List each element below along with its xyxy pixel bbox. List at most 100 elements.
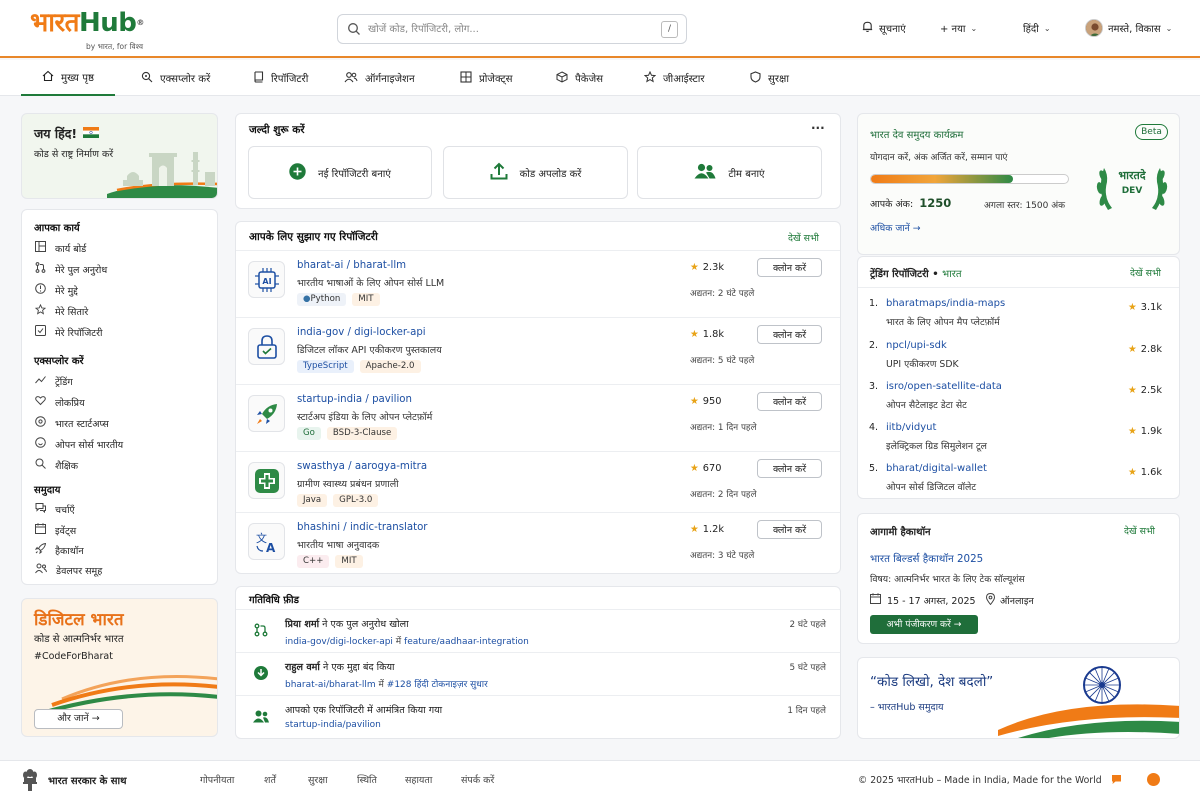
activity-text: आपको एक रिपॉजिटरी में आमंत्रित किया गया bbox=[285, 703, 442, 716]
trending-description: ओपन सैटेलाइट डेटा सेट bbox=[886, 400, 967, 411]
section-title-work: आपका कार्य bbox=[34, 223, 80, 234]
repo-name-link[interactable]: startup-india / pavilion bbox=[297, 394, 412, 405]
notifications-button[interactable]: सूचनाएं bbox=[861, 17, 906, 39]
activity-actor[interactable]: प्रिया शर्मा bbox=[285, 619, 319, 630]
clone-button[interactable]: क्लोन करें bbox=[757, 325, 822, 344]
search-input[interactable] bbox=[368, 20, 648, 39]
learn-more-link[interactable]: अधिक जानें → bbox=[870, 221, 921, 234]
see-all-hackathons-link[interactable]: देखें सभी bbox=[1124, 524, 1155, 537]
trending-repo-link[interactable]: bharat/digital-wallet bbox=[886, 463, 987, 474]
footer-link-terms[interactable]: शर्तें bbox=[264, 773, 276, 786]
star-count: ★ 2.5k bbox=[1128, 385, 1162, 396]
sidebar-item-startups[interactable]: भारत स्टार्टअप्स bbox=[35, 415, 109, 431]
sidebar-item-label: हैकाथॉन bbox=[55, 545, 84, 557]
quote-text: “कोड लिखो, देश बदलो” bbox=[870, 674, 994, 690]
star-count: ★ 2.8k bbox=[1128, 344, 1162, 355]
star-count: ★ 950 bbox=[690, 396, 722, 407]
sidebar-item-stars[interactable]: मेरे सितारे bbox=[34, 303, 88, 319]
activity-repo[interactable]: bharat-ai/bharat-llm bbox=[285, 680, 376, 690]
search-icon bbox=[347, 22, 361, 39]
new-repository-button[interactable]: नई रिपॉजिटरी बनाएं bbox=[248, 146, 432, 199]
activity-repo[interactable]: startup-india/pavilion bbox=[285, 720, 381, 730]
activity-actor[interactable]: राहुल वर्मा bbox=[285, 662, 320, 673]
sidebar-item-issues[interactable]: मेरे मुद्दे bbox=[35, 282, 78, 298]
learn-more-button[interactable]: और जानें → bbox=[34, 709, 123, 729]
sidebar-item-task-board[interactable]: कार्य बोर्ड bbox=[35, 240, 86, 256]
trending-repo-link[interactable]: npcl/upi-sdk bbox=[886, 340, 947, 351]
footer-link-privacy[interactable]: गोपनीयता bbox=[200, 773, 234, 786]
footer-link-contact[interactable]: संपर्क करें bbox=[461, 773, 494, 786]
trending-repo-link[interactable]: isro/open-satellite-data bbox=[886, 381, 1002, 392]
sidebar-item-hackathons[interactable]: हैकाथॉन bbox=[34, 542, 84, 558]
hackathon-name-link[interactable]: भारत बिल्डर्स हैकाथॉन 2025 bbox=[870, 552, 983, 566]
sidebar-item-educational[interactable]: शैक्षिक bbox=[35, 457, 78, 473]
activity-ref[interactable]: #128 हिंदी टोकनाइज़र सुधार bbox=[387, 680, 488, 690]
user-menu[interactable]: नमस्ते, विकास ⌄ bbox=[1085, 17, 1172, 39]
activity-text: राहुल वर्मा ने एक मुद्दा बंद किया bbox=[285, 660, 395, 673]
language-tag: Java bbox=[297, 494, 328, 507]
trending-repo-link[interactable]: iitb/vidyut bbox=[886, 422, 936, 433]
chat-icon[interactable] bbox=[1111, 774, 1122, 788]
hackathon-dates: 15 - 17 अगस्त, 2025 bbox=[870, 593, 976, 607]
nav-gist[interactable]: जीआईस्टार bbox=[643, 60, 705, 96]
trending-repo-link[interactable]: bharatmaps/india-maps bbox=[886, 298, 1005, 309]
search-box[interactable]: / bbox=[337, 14, 687, 44]
clone-button[interactable]: क्लोन करें bbox=[757, 520, 822, 539]
activity-link[interactable]: bharat-ai/bharat-llm में #128 हिंदी टोकन… bbox=[285, 677, 488, 690]
clone-button[interactable]: क्लोन करें bbox=[757, 459, 822, 478]
star-count-value: 950 bbox=[702, 396, 722, 407]
license-tag: MIT bbox=[335, 555, 363, 568]
upload-code-button[interactable]: कोड अपलोड करें bbox=[443, 146, 628, 199]
star-count-value: 1.9k bbox=[1140, 426, 1163, 437]
activity-repo[interactable]: india-gov/digi-locker-api bbox=[285, 637, 393, 647]
sidebar-item-label: मेरे पुल अनुरोध bbox=[55, 264, 108, 276]
sidebar-item-label: चर्चाएँ bbox=[55, 504, 75, 516]
clone-button[interactable]: क्लोन करें bbox=[757, 392, 822, 411]
trending-icon bbox=[35, 374, 46, 388]
footer-link-security[interactable]: सुरक्षा bbox=[308, 773, 328, 786]
india-gate-illustration bbox=[107, 150, 217, 198]
nav-explore[interactable]: एक्सप्लोर करें bbox=[141, 60, 210, 96]
sidebar-item-open-source[interactable]: ओपन सोर्स भारतीय bbox=[35, 436, 123, 452]
brand-logo[interactable]: भारतHub® by भारत, for विश्व bbox=[30, 8, 180, 54]
see-all-suggested-link[interactable]: देखें सभी bbox=[788, 231, 819, 244]
sidebar-item-discussions[interactable]: चर्चाएँ bbox=[35, 501, 75, 517]
footer-link-help[interactable]: सहायता bbox=[405, 773, 432, 786]
sidebar-item-developer-groups[interactable]: डेवलपर समूह bbox=[35, 562, 102, 578]
nav-organizations[interactable]: ऑर्गनाइजेशन bbox=[344, 60, 415, 96]
more-options-icon[interactable]: ··· bbox=[811, 121, 825, 135]
sidebar-item-pull-requests[interactable]: मेरे पुल अनुरोध bbox=[35, 261, 107, 277]
sidebar-item-trending[interactable]: ट्रेंडिंग bbox=[35, 373, 73, 389]
sidebar-item-events[interactable]: इवेंट्स bbox=[35, 522, 76, 538]
repo-name-link[interactable]: swasthya / aarogya-mitra bbox=[297, 461, 427, 472]
star-count: ★ 1.9k bbox=[1128, 426, 1162, 437]
trending-rank: 3. bbox=[869, 381, 879, 392]
dev-program-subtitle: योगदान करें, अंक अर्जित करें, सम्मान पाए… bbox=[870, 153, 1008, 163]
quote-author: – भारतHub समुदाय bbox=[870, 702, 944, 713]
create-team-button[interactable]: टीम बनाएं bbox=[637, 146, 822, 199]
register-button[interactable]: अभी पंजीकरण करें → bbox=[870, 615, 978, 634]
star-icon: ★ bbox=[1128, 385, 1137, 396]
help-chat-button[interactable] bbox=[1147, 773, 1160, 786]
language-select[interactable]: हिंदी ⌄ bbox=[1023, 17, 1051, 39]
sidebar-item-repositories[interactable]: मेरे रिपॉजिटरी bbox=[35, 324, 102, 340]
see-all-trending-link[interactable]: देखें सभी bbox=[1130, 266, 1161, 279]
activity-link[interactable]: india-gov/digi-locker-api में feature/aa… bbox=[285, 634, 529, 647]
clone-button[interactable]: क्लोन करें bbox=[757, 258, 822, 277]
footer-link-status[interactable]: स्थिति bbox=[357, 773, 377, 786]
home-icon bbox=[42, 70, 54, 85]
dev-program-card: भारत देव समुदय कार्यक्रम Beta योगदान करे… bbox=[857, 113, 1180, 255]
nav-repositories[interactable]: रिपॉजिटरी bbox=[253, 60, 308, 96]
nav-security[interactable]: सुरक्षा bbox=[750, 60, 789, 96]
repo-row: 文A bhashini / indic-translator भारतीय भा… bbox=[236, 512, 840, 573]
nav-projects[interactable]: प्रोजेक्ट्स bbox=[460, 60, 513, 96]
sidebar-item-popular[interactable]: लोकप्रिय bbox=[35, 394, 85, 410]
nav-home[interactable]: मुख्य पृष्ठ bbox=[21, 60, 115, 96]
new-menu-button[interactable]: + नया ⌄ bbox=[940, 17, 977, 39]
repo-name-link[interactable]: bhashini / indic-translator bbox=[297, 522, 428, 533]
nav-packages[interactable]: पैकेजेस bbox=[556, 60, 603, 96]
repo-name-link[interactable]: bharat-ai / bharat-llm bbox=[297, 260, 406, 271]
activity-link[interactable]: startup-india/pavilion bbox=[285, 720, 381, 730]
activity-ref[interactable]: feature/aadhaar-integration bbox=[404, 637, 529, 647]
repo-name-link[interactable]: india-gov / digi-locker-api bbox=[297, 327, 426, 338]
